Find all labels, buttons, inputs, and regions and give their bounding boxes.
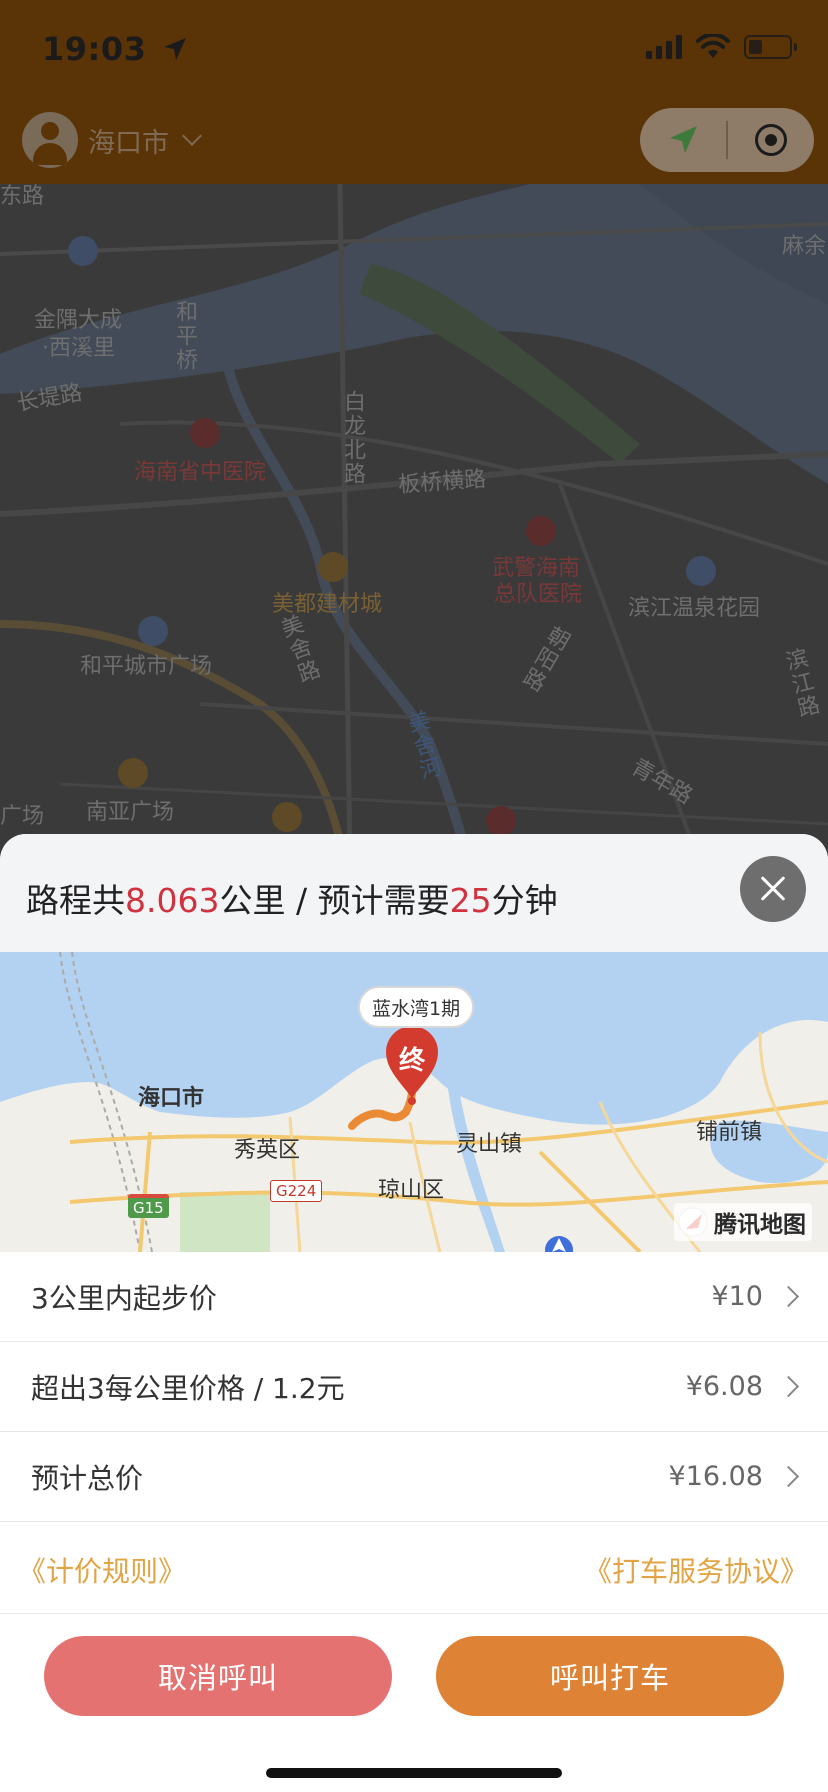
route-prefix: 路程共 bbox=[26, 881, 125, 920]
route-duration-unit: 分钟 bbox=[491, 881, 558, 920]
map-label: 广场 bbox=[0, 804, 45, 829]
cancel-call-button[interactable]: 取消呼叫 bbox=[44, 1636, 392, 1716]
fare-row-total[interactable]: 预计总价 ¥16.08 bbox=[0, 1432, 828, 1522]
hospital-icon[interactable] bbox=[526, 516, 556, 546]
screen: 东路 麻余 金隅大成 ·西溪里 和平桥 长堤路 白龙北路 海南省中医院 板桥横路… bbox=[0, 0, 828, 1792]
fare-row-base[interactable]: 3公里内起步价 ¥10 bbox=[0, 1252, 828, 1342]
user-avatar-icon[interactable] bbox=[22, 112, 78, 168]
status-icons bbox=[646, 34, 797, 60]
pricing-rules-link[interactable]: 《计价规则》 bbox=[18, 1550, 186, 1590]
signal-icon bbox=[646, 35, 682, 59]
route-time-prefix: 预计需要 bbox=[317, 881, 450, 920]
hospital-icon[interactable] bbox=[190, 418, 220, 448]
route-separator: / bbox=[285, 881, 318, 920]
chevron-right-icon bbox=[777, 1375, 800, 1398]
bank-icon[interactable] bbox=[486, 806, 516, 836]
map-label: 总队医院 bbox=[494, 582, 583, 607]
road-badge: G224 bbox=[270, 1180, 323, 1202]
chevron-right-icon bbox=[777, 1285, 800, 1308]
background-map[interactable]: 东路 麻余 金隅大成 ·西溪里 和平桥 长堤路 白龙北路 海南省中医院 板桥横路… bbox=[0, 184, 828, 864]
shop-icon[interactable] bbox=[318, 552, 348, 582]
city-selector[interactable]: 海口市 bbox=[22, 112, 202, 168]
map-label: 麻余 bbox=[782, 234, 827, 259]
map-label-lingshan: 灵山镇 bbox=[456, 1132, 523, 1157]
locate-button[interactable] bbox=[640, 108, 726, 172]
fare-sheet: 路程共8.063公里 / 预计需要25分钟 蓝水湾1期 终 海口市 秀英区 琼山… bbox=[0, 834, 828, 1792]
route-duration: 25 bbox=[449, 881, 492, 920]
route-map[interactable]: 蓝水湾1期 终 海口市 秀英区 琼山区 灵山镇 铺前镇 G15 G224 腾讯地… bbox=[0, 952, 828, 1252]
tencent-map-icon bbox=[678, 1207, 708, 1237]
destination-name: 蓝水湾1期 bbox=[372, 997, 461, 1020]
poi-icon[interactable] bbox=[138, 616, 168, 646]
map-label-haikou: 海口市 bbox=[138, 1086, 205, 1111]
map-label-puqian: 铺前镇 bbox=[696, 1120, 763, 1145]
map-provider-name: 腾讯地图 bbox=[714, 1212, 806, 1238]
fare-value: ¥16.08 bbox=[668, 1461, 763, 1492]
call-taxi-button[interactable]: 呼叫打车 bbox=[436, 1636, 784, 1716]
top-bar: 19:03 海口市 bbox=[0, 0, 828, 184]
route-distance: 8.063 bbox=[125, 881, 220, 920]
map-label-qiongshan: 琼山区 bbox=[378, 1178, 445, 1203]
chevron-down-icon bbox=[182, 126, 202, 146]
route-distance-unit: 公里 bbox=[219, 881, 286, 920]
poi-icon[interactable] bbox=[686, 556, 716, 586]
fare-row-per-km[interactable]: 超出3每公里价格 / 1.2元 ¥6.08 bbox=[0, 1342, 828, 1432]
time-text: 19:03 bbox=[42, 30, 147, 68]
fare-label: 3公里内起步价 bbox=[31, 1281, 217, 1315]
wifi-icon bbox=[696, 34, 730, 58]
map-label-xiuying: 秀英区 bbox=[234, 1138, 301, 1163]
map-label: 白龙北路 bbox=[340, 390, 365, 486]
shop-icon[interactable] bbox=[118, 758, 148, 788]
map-label: 滨江温泉花园 bbox=[628, 596, 761, 621]
service-agreement-link[interactable]: 《打车服务协议》 bbox=[584, 1550, 808, 1590]
poi-icon[interactable] bbox=[68, 236, 98, 266]
status-time: 19:03 bbox=[42, 30, 188, 68]
map-label: 海南省中医院 bbox=[134, 460, 267, 485]
map-provider-logo: 腾讯地图 bbox=[674, 1203, 812, 1241]
chevron-right-icon bbox=[777, 1465, 800, 1488]
city-name: 海口市 bbox=[88, 127, 169, 159]
mini-program-capsule bbox=[640, 108, 814, 172]
destination-marker-text: 终 bbox=[398, 1046, 425, 1076]
fare-label: 预计总价 bbox=[31, 1461, 144, 1495]
fare-value: ¥10 bbox=[711, 1281, 763, 1312]
record-target-icon bbox=[754, 124, 787, 156]
road-badge: G15 bbox=[128, 1194, 169, 1218]
route-summary: 路程共8.063公里 / 预计需要25分钟 bbox=[26, 874, 558, 922]
close-button[interactable] bbox=[740, 856, 806, 922]
shop-icon[interactable] bbox=[272, 802, 302, 832]
agreement-links: 《计价规则》 《打车服务协议》 bbox=[0, 1522, 828, 1614]
destination-bubble[interactable]: 蓝水湾1期 bbox=[358, 986, 475, 1028]
map-label: 南亚广场 bbox=[86, 800, 175, 825]
location-arrow-icon bbox=[164, 38, 186, 60]
fare-list: 3公里内起步价 ¥10 超出3每公里价格 / 1.2元 ¥6.08 预计总价 ¥… bbox=[0, 1252, 828, 1522]
sheet-header: 路程共8.063公里 / 预计需要25分钟 bbox=[0, 834, 828, 952]
map-label: 板桥横路 bbox=[397, 466, 487, 499]
fare-label: 超出3每公里价格 / 1.2元 bbox=[31, 1371, 345, 1405]
fare-value: ¥6.08 bbox=[685, 1371, 763, 1402]
map-label: ·西溪里 bbox=[42, 336, 115, 361]
map-label: 美都建材城 bbox=[272, 592, 383, 617]
record-button[interactable] bbox=[728, 108, 814, 172]
battery-icon bbox=[744, 35, 797, 59]
map-label: 和平桥 bbox=[172, 300, 197, 372]
navigation-arrow-icon bbox=[670, 126, 697, 153]
home-indicator[interactable] bbox=[266, 1768, 562, 1778]
map-label: 和平城市广场 bbox=[80, 654, 213, 679]
